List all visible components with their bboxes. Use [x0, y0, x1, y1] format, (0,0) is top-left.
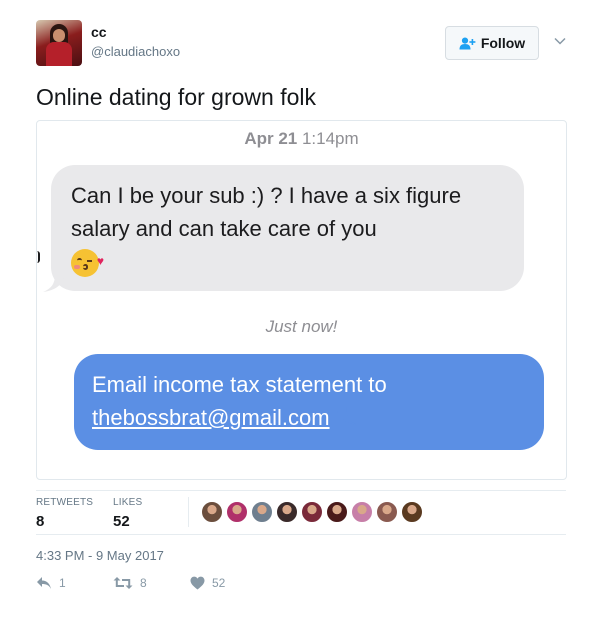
liker-avatar[interactable] — [326, 501, 348, 523]
message-timestamp: Apr 21 1:14pm — [244, 129, 359, 148]
liker-avatar[interactable] — [226, 501, 248, 523]
like-button[interactable]: 52 — [190, 576, 225, 590]
chevron-down-icon[interactable] — [553, 34, 567, 48]
retweets-label: RETWEETS — [36, 497, 94, 508]
reply-button[interactable]: 1 — [36, 576, 66, 590]
reply-count: 1 — [59, 576, 66, 590]
bubble-tail-left — [43, 274, 65, 292]
liker-avatar[interactable] — [401, 501, 423, 523]
liker-avatar[interactable] — [301, 501, 323, 523]
add-user-icon — [459, 37, 476, 49]
liker-avatar[interactable] — [251, 501, 273, 523]
message-status: Just now! — [265, 317, 338, 336]
kissing-heart-emoji-icon: ♥ — [71, 249, 104, 278]
follow-label: Follow — [480, 35, 526, 51]
tweet-header: cc @claudiachoxo Follow — [36, 20, 566, 68]
outgoing-message-text: Email income tax statement to — [92, 372, 387, 397]
avatar[interactable] — [36, 20, 82, 66]
likes-stat[interactable]: LIKES 52 — [113, 497, 142, 530]
tweet-timestamp[interactable]: 4:33 PM - 9 May 2017 — [36, 548, 164, 563]
bubble-tail-right — [335, 407, 358, 425]
reply-icon — [37, 577, 51, 589]
heart-icon — [190, 576, 205, 590]
likes-count: 52 — [113, 513, 130, 530]
liker-avatar[interactable] — [276, 501, 298, 523]
tweet-actions: 1 8 52 — [36, 576, 336, 596]
likes-label: LIKES — [113, 497, 143, 508]
incoming-message-text: Can I be your sub :) ? I have a six figu… — [71, 183, 462, 241]
stats-divider — [188, 497, 189, 527]
tweet-stats: RETWEETS 8 LIKES 52 — [36, 490, 566, 535]
like-count: 52 — [212, 576, 226, 590]
likers-avatars — [201, 501, 426, 523]
liker-avatar[interactable] — [376, 501, 398, 523]
retweets-stat[interactable]: RETWEETS 8 — [36, 497, 93, 530]
cropped-bubble-edge — [37, 251, 40, 263]
liker-avatar[interactable] — [351, 501, 373, 523]
email-link: thebossbrat@gmail.com — [92, 405, 330, 430]
retweet-button[interactable]: 8 — [113, 576, 147, 590]
outgoing-message-bubble: Email income tax statement to thebossbra… — [74, 354, 544, 450]
retweet-count: 8 — [140, 576, 147, 590]
follow-button[interactable]: Follow — [445, 26, 539, 60]
retweets-count: 8 — [36, 513, 45, 530]
display-name[interactable]: cc — [91, 24, 107, 40]
user-handle[interactable]: @claudiachoxo — [91, 44, 180, 59]
tweet-media[interactable]: Apr 21 1:14pm Can I be your sub :) ? I h… — [36, 120, 567, 480]
tweet-text: Online dating for grown folk — [36, 84, 316, 110]
liker-avatar[interactable] — [201, 501, 223, 523]
incoming-message-bubble: Can I be your sub :) ? I have a six figu… — [43, 165, 524, 292]
retweet-icon — [113, 577, 133, 589]
